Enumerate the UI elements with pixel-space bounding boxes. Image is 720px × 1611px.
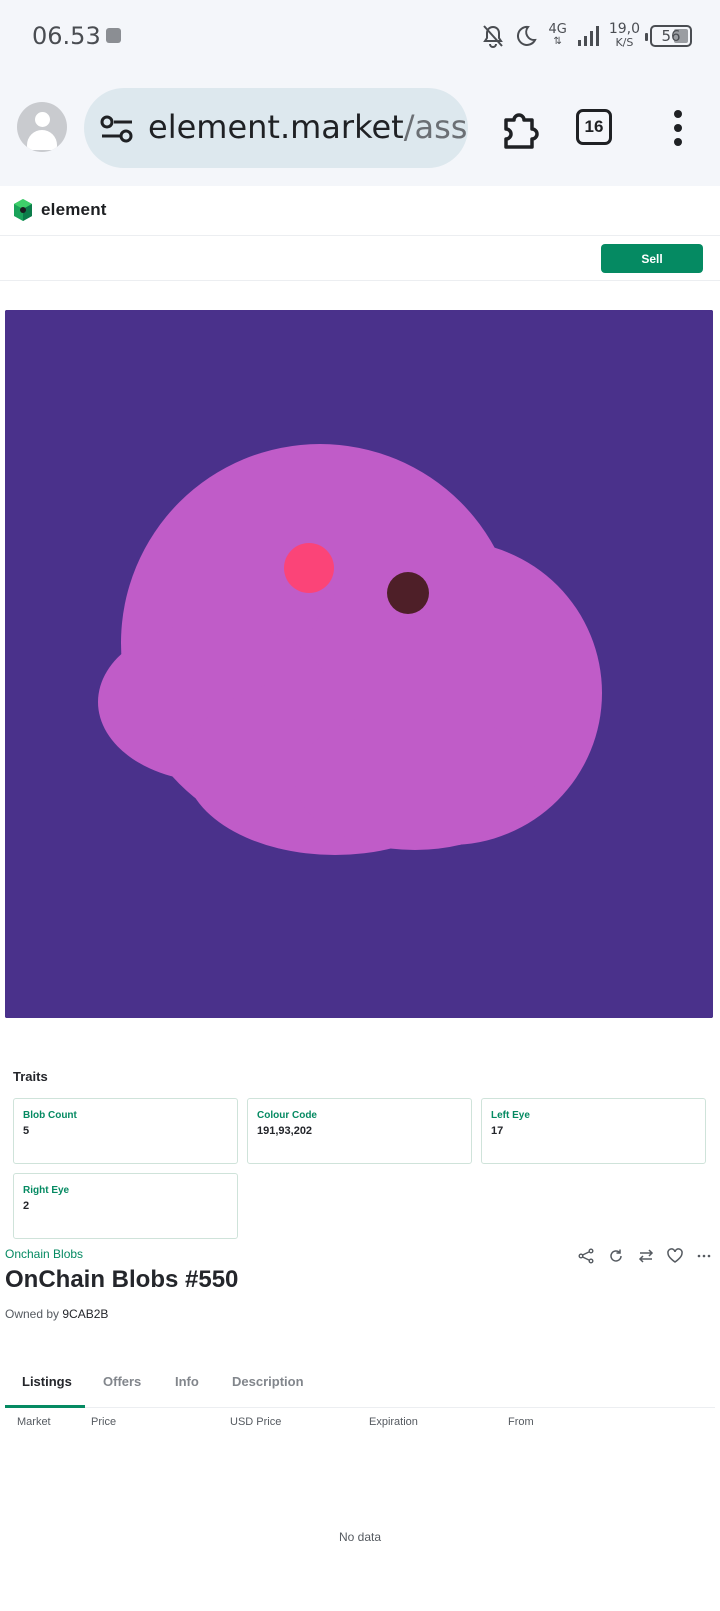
trait-card-left-eye[interactable]: Left Eye 17 xyxy=(481,1098,706,1164)
signal-icon xyxy=(577,26,599,46)
status-bar: 06.53 4G ⇅ 19,0 K/S 56 xyxy=(0,0,720,72)
speed-value: 19,0 xyxy=(608,21,640,37)
transfer-icon[interactable] xyxy=(637,1248,655,1264)
trait-value: 191,93,202 xyxy=(257,1125,313,1137)
trait-card-right-eye[interactable]: Right Eye 2 xyxy=(13,1173,238,1239)
url-domain: element.market xyxy=(148,108,404,146)
owner-line: Owned by 9CAB2B xyxy=(5,1307,108,1321)
site-logo[interactable]: element xyxy=(11,198,107,222)
share-icon[interactable] xyxy=(577,1248,595,1264)
left-eye xyxy=(284,543,334,593)
column-price: Price xyxy=(91,1416,117,1428)
more-menu-icon[interactable] xyxy=(668,108,690,148)
tab-listings[interactable]: Listings xyxy=(22,1374,72,1389)
owned-by-label: Owned by xyxy=(5,1307,60,1321)
moon-icon xyxy=(517,25,538,46)
trait-key: Colour Code xyxy=(257,1110,317,1121)
extensions-icon[interactable] xyxy=(498,106,542,150)
speed-unit: K/S xyxy=(615,36,634,49)
logo-text: element xyxy=(41,200,107,219)
url-bar[interactable]: element.market/assets xyxy=(84,88,468,168)
data-arrows-icon: ⇅ xyxy=(553,36,562,47)
status-time: 06.53 xyxy=(32,22,101,50)
tab-switcher-icon[interactable]: 16 xyxy=(576,109,612,145)
site-settings-icon[interactable] xyxy=(100,114,134,144)
trait-card-colour-code[interactable]: Colour Code 191,93,202 xyxy=(247,1098,472,1164)
column-usd-price: USD Price xyxy=(230,1416,282,1428)
notification-app-icon xyxy=(106,28,121,43)
tab-info[interactable]: Info xyxy=(175,1374,199,1389)
trait-card-blob-count[interactable]: Blob Count 5 xyxy=(13,1098,238,1164)
url-path: /assets xyxy=(403,108,468,146)
trait-value: 2 xyxy=(23,1200,30,1212)
column-from: From xyxy=(508,1416,534,1428)
refresh-icon[interactable] xyxy=(607,1248,625,1264)
url-text[interactable]: element.market/assets xyxy=(148,108,468,146)
blob-image xyxy=(5,310,713,1018)
asset-tabs: Listings Offers Info Description xyxy=(5,1368,715,1408)
account-icon[interactable] xyxy=(17,102,67,152)
bell-off-icon xyxy=(483,25,504,48)
site-header: element xyxy=(0,186,720,236)
asset-title: OnChain Blobs #550 xyxy=(5,1266,239,1293)
trait-key: Left Eye xyxy=(491,1110,530,1121)
network-speed: 19,0 K/S xyxy=(608,21,640,49)
network-type: 4G ⇅ xyxy=(548,22,567,48)
trait-value: 17 xyxy=(491,1125,504,1137)
action-bar: Sell xyxy=(0,237,720,281)
battery-icon: 56 xyxy=(645,25,692,47)
empty-state: No data xyxy=(338,1530,382,1544)
tab-description[interactable]: Description xyxy=(232,1374,304,1389)
column-expiration: Expiration xyxy=(369,1416,418,1428)
active-tab-indicator xyxy=(5,1405,85,1408)
element-logo-icon xyxy=(14,199,32,221)
network-label: 4G xyxy=(548,22,567,37)
page: 06.53 4G ⇅ 19,0 K/S 56 element.market/as… xyxy=(0,0,720,1611)
battery-level: 56 xyxy=(661,27,681,45)
sell-button[interactable]: Sell xyxy=(601,244,703,273)
collection-link[interactable]: Onchain Blobs xyxy=(5,1247,83,1261)
tab-offers[interactable]: Offers xyxy=(103,1374,141,1389)
column-market: Market xyxy=(17,1416,51,1428)
traits-heading: Traits xyxy=(13,1069,48,1084)
owner-link[interactable]: 9CAB2B xyxy=(62,1307,108,1321)
favorite-icon[interactable] xyxy=(666,1248,684,1264)
browser-toolbar: element.market/assets 16 xyxy=(0,72,720,186)
right-eye xyxy=(387,572,429,614)
trait-key: Blob Count xyxy=(23,1110,77,1121)
trait-key: Right Eye xyxy=(23,1185,70,1196)
status-indicators: 4G ⇅ 19,0 K/S 56 xyxy=(482,20,692,52)
trait-value: 5 xyxy=(23,1125,30,1137)
more-icon[interactable] xyxy=(695,1248,713,1264)
nft-artwork[interactable] xyxy=(5,310,713,1018)
